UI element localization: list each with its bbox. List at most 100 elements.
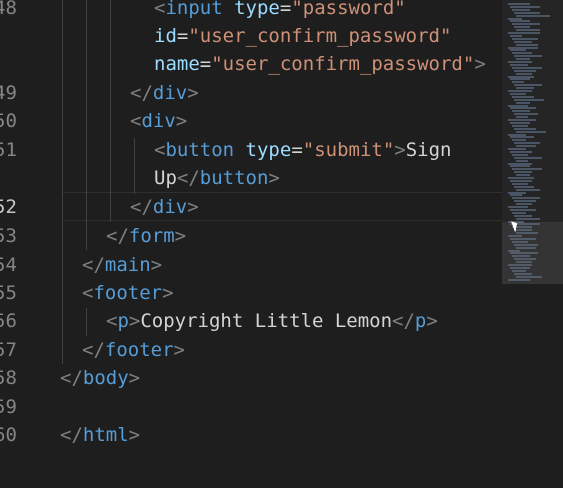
minimap-line: [510, 150, 532, 153]
code-token: </: [130, 196, 153, 218]
code-token: </: [106, 225, 129, 247]
code-text: </main>: [82, 251, 162, 279]
code-line[interactable]: 54 </main>: [0, 251, 500, 279]
code-line[interactable]: id="user_confirm_password": [0, 22, 500, 50]
code-token: type: [234, 0, 280, 19]
minimap-line: [510, 208, 536, 211]
minimap-line: [516, 174, 530, 177]
code-token: >: [128, 424, 141, 446]
code-token: button: [165, 139, 235, 161]
code-editor[interactable]: 48<input type="password"id="user_confirm…: [0, 0, 563, 488]
code-line[interactable]: 55 <footer>: [0, 279, 500, 307]
minimap-line: [516, 72, 532, 75]
minimap-line: [510, 194, 522, 197]
code-token: >: [174, 225, 187, 247]
code-line[interactable]: 57 </footer>: [0, 336, 500, 364]
code-token: </: [60, 424, 83, 446]
minimap-line: [514, 11, 540, 14]
minimap-line: [514, 69, 536, 72]
code-line[interactable]: 53 </form>: [0, 222, 500, 250]
code-line[interactable]: 48 <input type="password": [0, 0, 500, 22]
code-line[interactable]: 58 </body>: [0, 364, 500, 392]
code-text: <div>: [130, 107, 187, 135]
minimap-line: [508, 104, 528, 107]
line-number: 53: [0, 225, 17, 247]
line-number: 55: [0, 282, 17, 304]
minimap-line: [512, 153, 528, 156]
code-line[interactable]: Up</button>: [0, 164, 500, 192]
code-token: >: [474, 53, 486, 75]
minimap-line: [510, 121, 530, 124]
minimap[interactable]: [502, 0, 563, 284]
minimap-line: [512, 182, 528, 185]
code-token: form: [128, 225, 175, 247]
code-token: main: [104, 254, 151, 276]
minimap-viewport[interactable]: [502, 222, 563, 284]
minimap-line: [512, 81, 524, 84]
line-number: 52: [0, 196, 17, 218]
minimap-line: [508, 206, 528, 208]
code-token: <: [130, 110, 142, 132]
code-token: Copyright Little Lemon: [140, 310, 393, 332]
code-line[interactable]: 56<p>Copyright Little Lemon</p>: [0, 307, 500, 335]
code-line[interactable]: 60 </html>: [0, 421, 500, 449]
code-token: >: [175, 110, 188, 132]
code-token: "password": [291, 0, 406, 19]
code-text: name="user_confirm_password">: [154, 50, 486, 78]
code-token: </: [82, 254, 105, 276]
minimap-line: [510, 34, 522, 37]
minimap-line: [516, 130, 546, 133]
minimap-line: [516, 101, 530, 104]
code-text: </form>: [106, 222, 186, 250]
code-token: >: [128, 367, 141, 389]
minimap-line: [512, 211, 526, 214]
code-line[interactable]: 52 </div>: [0, 193, 500, 221]
code-token: <: [106, 310, 118, 332]
minimap-line: [510, 78, 530, 81]
minimap-line: [514, 84, 542, 87]
code-token: footer: [104, 339, 174, 361]
code-text: id="user_confirm_password": [154, 22, 451, 50]
code-line[interactable]: 50 <div>: [0, 107, 500, 135]
code-token: div: [152, 82, 188, 104]
minimap-line: [514, 40, 532, 43]
code-token: =: [279, 0, 292, 19]
code-token: <: [154, 139, 166, 161]
minimap-line: [512, 110, 530, 113]
line-number: 59: [0, 396, 17, 418]
code-text: </div>: [130, 193, 199, 221]
code-token: </: [130, 82, 153, 104]
minimap-line: [516, 87, 534, 90]
minimap-line: [512, 168, 542, 171]
minimap-line: [510, 136, 534, 139]
minimap-line: [508, 177, 534, 179]
minimap-line: [510, 5, 540, 8]
code-line[interactable]: 51 <button type="submit">Sign: [0, 136, 500, 164]
code-text: </footer>: [82, 336, 185, 364]
code-token: input: [165, 0, 223, 19]
code-token: Sign: [405, 139, 452, 161]
code-token: id: [154, 25, 177, 47]
minimap-line: [508, 90, 532, 92]
code-token: body: [82, 367, 129, 389]
minimap-line: [514, 26, 530, 29]
minimap-line: [516, 29, 540, 32]
line-number: 50: [0, 110, 17, 132]
line-number: 49: [0, 82, 17, 104]
code-line[interactable]: 49 </div>: [0, 79, 500, 107]
code-token: "user_confirm_password": [211, 53, 475, 75]
line-number: 51: [0, 139, 17, 161]
minimap-line: [512, 52, 532, 55]
code-token: div: [152, 196, 188, 218]
code-token: html: [82, 424, 129, 446]
code-token: >: [128, 310, 141, 332]
code-line[interactable]: name="user_confirm_password">: [0, 50, 500, 78]
code-line[interactable]: 59: [0, 393, 500, 421]
line-number: 60: [0, 424, 17, 446]
code-token: <: [154, 0, 166, 19]
code-token: footer: [93, 282, 163, 304]
minimap-line: [510, 107, 536, 110]
line-number: 58: [0, 367, 17, 389]
